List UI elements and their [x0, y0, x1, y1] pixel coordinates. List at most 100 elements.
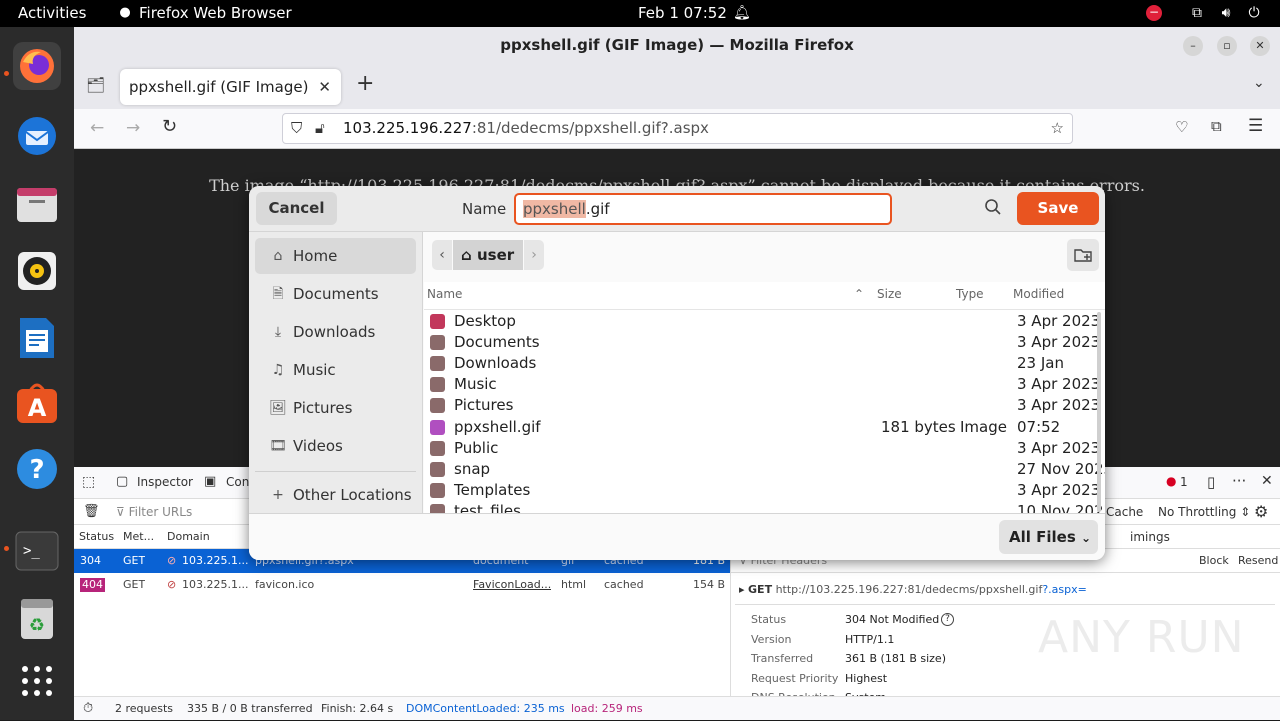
file-row[interactable]: ppxshell.gif 181 bytes Image 07:52: [424, 417, 1099, 438]
request-row[interactable]: 404 GET 103.225.1... favicon.ico FaviconLoad…: [74, 573, 730, 597]
tab-active[interactable]: ppxshell.gif (GIF Image) ✕: [120, 69, 341, 105]
inspector-icon: ▢: [116, 474, 129, 489]
file-row[interactable]: Downloads 23 Jan: [424, 353, 1099, 374]
stop-record-icon[interactable]: −: [1146, 5, 1162, 21]
status-domcontentloaded: DOMContentLoaded: 235 ms: [406, 702, 565, 715]
maximize-button[interactable]: ▫: [1217, 36, 1237, 56]
app-menu[interactable]: Firefox Web Browser: [139, 4, 292, 22]
path-button-home[interactable]: ⌂ user: [453, 240, 523, 270]
col-status[interactable]: Status: [79, 530, 114, 543]
document-icon: 🗎︎: [272, 286, 284, 302]
extensions-icon[interactable]: ⧉: [1211, 117, 1222, 135]
close-tab-icon[interactable]: ✕: [318, 69, 331, 105]
block-button[interactable]: Block: [1199, 554, 1229, 567]
close-window-button[interactable]: ✕: [1250, 36, 1270, 56]
help-icon[interactable]: ?: [13, 445, 61, 493]
folder-icon: [430, 461, 445, 477]
sidebar-item-home[interactable]: ⌂ Home: [255, 238, 416, 274]
power-icon[interactable]: ⏻: [1246, 5, 1262, 21]
save-button[interactable]: Save: [1017, 192, 1099, 225]
sidebar-item-videos[interactable]: 🎞︎ Videos: [255, 428, 416, 464]
dock-side-icon[interactable]: ▯: [1207, 473, 1215, 491]
trash-icon[interactable]: ♻: [13, 595, 61, 643]
sidebar-item-label: Downloads: [293, 323, 376, 341]
sidebar-item-downloads[interactable]: ⤓ Downloads: [255, 314, 416, 350]
file-row[interactable]: Desktop 3 Apr 2023: [424, 311, 1100, 332]
filename-input[interactable]: ppxshell.gif: [514, 193, 892, 225]
url-path: :81/dedecms/ppxshell.gif?.aspx: [471, 119, 709, 137]
file-row[interactable]: Public 3 Apr 2023: [424, 438, 1100, 459]
timings-tab[interactable]: imings: [1130, 530, 1170, 544]
tab-title: ppxshell.gif (GIF Image): [129, 78, 309, 96]
app-center-icon[interactable]: A: [13, 379, 61, 427]
file-row[interactable]: Templates 3 Apr 2023: [424, 480, 1100, 501]
writer-icon[interactable]: [13, 314, 61, 362]
file-filter-select[interactable]: All Files ⌄: [999, 520, 1098, 554]
sidebar-item-pictures[interactable]: 🖼︎ Pictures: [255, 390, 416, 426]
file-row[interactable]: Documents 3 Apr 2023: [424, 332, 1100, 353]
insecure-lock-icon[interactable]: 🔓︎: [315, 114, 325, 143]
reload-button[interactable]: ↻: [162, 116, 177, 137]
settings-gear-icon[interactable]: ⚙: [1254, 502, 1268, 521]
new-folder-icon[interactable]: [1067, 239, 1099, 271]
terminal-icon[interactable]: >_: [13, 527, 61, 575]
tab-overview-icon[interactable]: 🗂︎: [86, 76, 105, 94]
minimize-button[interactable]: –: [1183, 36, 1203, 56]
back-button[interactable]: ←: [90, 118, 104, 138]
sidebar-item-documents[interactable]: 🗎︎ Documents: [255, 276, 416, 312]
request-line[interactable]: ▸ GET http://103.225.196.227:81/dedecms/…: [739, 583, 1087, 596]
col-domain[interactable]: Domain: [167, 530, 210, 543]
svg-text:>_: >_: [23, 543, 40, 559]
cancel-button[interactable]: Cancel: [256, 192, 337, 225]
firefox-icon[interactable]: [13, 42, 61, 90]
resend-button[interactable]: Resend: [1238, 554, 1278, 567]
col-size[interactable]: Size: [877, 282, 902, 306]
menu-icon[interactable]: ☰: [1248, 116, 1263, 136]
video-icon: 🎞︎: [269, 438, 287, 454]
bookmark-star-icon[interactable]: ☆: [1051, 114, 1064, 143]
list-tabs-chevron-icon[interactable]: ⌄: [1253, 75, 1265, 91]
col-type[interactable]: Type: [956, 282, 984, 306]
volume-icon[interactable]: 🔊︎: [1218, 5, 1234, 21]
url-bar[interactable]: ⛉ 🔓︎ 103.225.196.227:81/dedecms/ppxshell…: [282, 113, 1073, 144]
new-tab-button[interactable]: +: [356, 71, 374, 96]
element-picker-icon[interactable]: ⬚: [82, 474, 95, 490]
scrollbar[interactable]: [1097, 312, 1101, 512]
file-row[interactable]: snap 27 Nov 2023: [424, 459, 1105, 480]
shield-icon[interactable]: ⛉: [291, 114, 302, 143]
col-method[interactable]: Met...: [123, 530, 154, 543]
error-count[interactable]: 1: [1180, 475, 1188, 489]
disable-cache-label[interactable]: Cache: [1106, 505, 1143, 519]
rhythmbox-icon[interactable]: [13, 247, 61, 295]
files-icon[interactable]: [13, 180, 61, 228]
throttling-select[interactable]: No Throttling ⇕: [1158, 505, 1250, 519]
firefox-app-icon: ●: [119, 5, 131, 20]
close-devtools-icon[interactable]: ✕: [1261, 473, 1273, 489]
help-icon[interactable]: ?: [941, 613, 954, 626]
more-options-icon[interactable]: ···: [1232, 472, 1246, 490]
search-icon[interactable]: [984, 198, 1002, 221]
dialog-header: Cancel Name ppxshell.gif Save: [249, 186, 1105, 232]
col-modified[interactable]: Modified: [1013, 282, 1064, 306]
file-modified: 3 Apr 2023: [1017, 396, 1101, 415]
file-row[interactable]: Pictures 3 Apr 2023: [424, 395, 1101, 416]
dock: A ? >_ ♻: [0, 27, 74, 720]
col-name[interactable]: Name: [427, 282, 462, 306]
error-icon: ●: [1166, 474, 1177, 488]
folder-icon: [430, 314, 445, 329]
filter-urls-input[interactable]: ⊽ Filter URLs: [116, 505, 192, 519]
path-forward-chevron-icon[interactable]: ›: [524, 240, 544, 270]
network-icon[interactable]: ⧉: [1189, 5, 1205, 21]
pocket-icon[interactable]: ♡: [1175, 118, 1188, 136]
activities-button[interactable]: Activities: [18, 4, 86, 22]
tab-inspector[interactable]: Inspector: [137, 475, 193, 489]
file-row[interactable]: Music 3 Apr 2023: [424, 374, 1100, 395]
clear-trash-icon[interactable]: 🗑︎: [83, 504, 100, 519]
clock[interactable]: Feb 1 07:52: [638, 4, 727, 22]
sidebar-item-music[interactable]: ♫ Music: [255, 352, 416, 388]
sidebar-item-other-locations[interactable]: + Other Locations: [255, 477, 416, 513]
path-back-chevron-icon[interactable]: ‹: [432, 240, 452, 270]
thunderbird-icon[interactable]: [13, 112, 61, 160]
show-apps-icon[interactable]: [13, 657, 61, 705]
forward-button[interactable]: →: [126, 118, 140, 138]
